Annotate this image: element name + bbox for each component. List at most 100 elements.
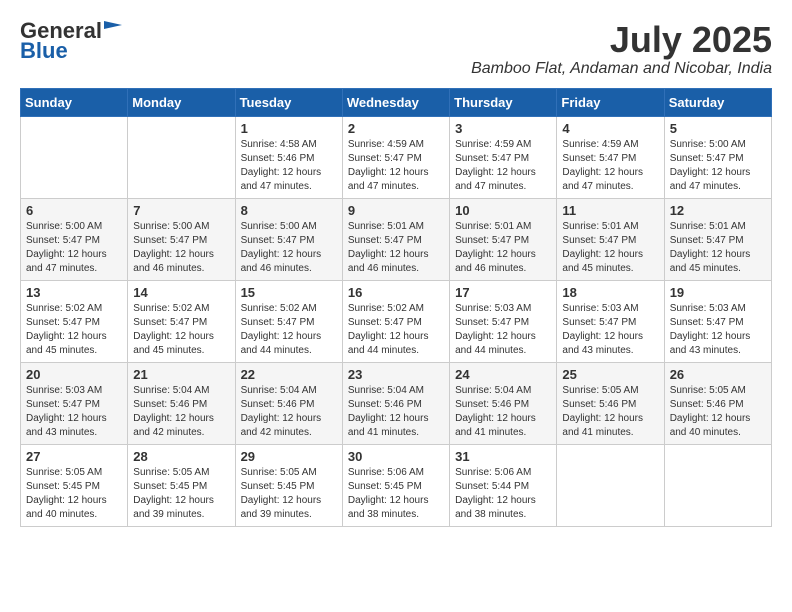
calendar-table: SundayMondayTuesdayWednesdayThursdayFrid… <box>20 88 772 527</box>
calendar-cell: 21 Sunrise: 5:04 AM Sunset: 5:46 PM Dayli… <box>128 362 235 444</box>
calendar-cell: 25 Sunrise: 5:05 AM Sunset: 5:46 PM Dayli… <box>557 362 664 444</box>
day-number: 16 <box>348 285 444 300</box>
day-info: Sunrise: 5:04 AM Sunset: 5:46 PM Dayligh… <box>455 384 551 440</box>
calendar-cell: 20Sunrise: 5:03 AM Sunset: 5:47 PM Dayli… <box>21 362 128 444</box>
day-number: 1 <box>241 121 337 136</box>
calendar-cell: 26 Sunrise: 5:05 AM Sunset: 5:46 PM Dayli… <box>664 362 771 444</box>
calendar-cell: 30Sunrise: 5:06 AM Sunset: 5:45 PM Dayli… <box>342 444 449 526</box>
day-number: 2 <box>348 121 444 136</box>
day-number: 27 <box>26 449 122 464</box>
weekday-header: Tuesday <box>235 88 342 116</box>
calendar-week-row: 13 Sunrise: 5:02 AM Sunset: 5:47 PM Dayli… <box>21 280 772 362</box>
day-number: 26 <box>670 367 766 382</box>
day-info: Sunrise: 5:05 AM Sunset: 5:45 PM Dayligh… <box>133 466 229 522</box>
day-number: 24 <box>455 367 551 382</box>
calendar-cell: 12Sunrise: 5:01 AM Sunset: 5:47 PM Dayli… <box>664 198 771 280</box>
calendar-cell: 5 Sunrise: 5:00 AM Sunset: 5:47 PM Daylig… <box>664 116 771 198</box>
calendar-cell <box>21 116 128 198</box>
day-info: Sunrise: 5:00 AM Sunset: 5:47 PM Dayligh… <box>241 220 337 276</box>
weekday-header: Sunday <box>21 88 128 116</box>
day-info: Sunrise: 5:05 AM Sunset: 5:45 PM Dayligh… <box>241 466 337 522</box>
day-info: Sunrise: 5:03 AM Sunset: 5:47 PM Dayligh… <box>670 302 766 358</box>
calendar-cell: 10 Sunrise: 5:01 AM Sunset: 5:47 PM Dayli… <box>450 198 557 280</box>
day-info: Sunrise: 5:05 AM Sunset: 5:45 PM Dayligh… <box>26 466 122 522</box>
day-number: 13 <box>26 285 122 300</box>
calendar-cell: 15 Sunrise: 5:02 AM Sunset: 5:47 PM Dayli… <box>235 280 342 362</box>
calendar-cell: 7Sunrise: 5:00 AM Sunset: 5:47 PM Daylig… <box>128 198 235 280</box>
day-number: 19 <box>670 285 766 300</box>
day-number: 29 <box>241 449 337 464</box>
day-number: 5 <box>670 121 766 136</box>
calendar-cell: 4 Sunrise: 4:59 AM Sunset: 5:47 PM Daylig… <box>557 116 664 198</box>
day-number: 14 <box>133 285 229 300</box>
calendar-cell: 29 Sunrise: 5:05 AM Sunset: 5:45 PM Dayli… <box>235 444 342 526</box>
day-number: 12 <box>670 203 766 218</box>
day-number: 6 <box>26 203 122 218</box>
day-number: 23 <box>348 367 444 382</box>
calendar-cell: 1 Sunrise: 4:58 AM Sunset: 5:46 PM Daylig… <box>235 116 342 198</box>
day-info: Sunrise: 5:02 AM Sunset: 5:47 PM Dayligh… <box>26 302 122 358</box>
calendar-cell: 6 Sunrise: 5:00 AM Sunset: 5:47 PM Daylig… <box>21 198 128 280</box>
day-number: 8 <box>241 203 337 218</box>
day-number: 9 <box>348 203 444 218</box>
calendar-week-row: 27 Sunrise: 5:05 AM Sunset: 5:45 PM Dayli… <box>21 444 772 526</box>
day-info: Sunrise: 4:58 AM Sunset: 5:46 PM Dayligh… <box>241 138 337 194</box>
day-number: 18 <box>562 285 658 300</box>
calendar-week-row: 1 Sunrise: 4:58 AM Sunset: 5:46 PM Daylig… <box>21 116 772 198</box>
calendar-cell: 18Sunrise: 5:03 AM Sunset: 5:47 PM Dayli… <box>557 280 664 362</box>
calendar-cell: 9 Sunrise: 5:01 AM Sunset: 5:47 PM Daylig… <box>342 198 449 280</box>
day-info: Sunrise: 4:59 AM Sunset: 5:47 PM Dayligh… <box>455 138 551 194</box>
day-number: 21 <box>133 367 229 382</box>
calendar-week-row: 20Sunrise: 5:03 AM Sunset: 5:47 PM Dayli… <box>21 362 772 444</box>
day-number: 11 <box>562 203 658 218</box>
day-info: Sunrise: 5:04 AM Sunset: 5:46 PM Dayligh… <box>133 384 229 440</box>
calendar-cell: 31 Sunrise: 5:06 AM Sunset: 5:44 PM Dayli… <box>450 444 557 526</box>
logo: General Blue <box>20 20 122 62</box>
day-info: Sunrise: 5:03 AM Sunset: 5:47 PM Dayligh… <box>26 384 122 440</box>
calendar-cell: 14Sunrise: 5:02 AM Sunset: 5:47 PM Dayli… <box>128 280 235 362</box>
calendar-cell: 24 Sunrise: 5:04 AM Sunset: 5:46 PM Dayli… <box>450 362 557 444</box>
logo-flag-icon <box>104 21 122 37</box>
weekday-header: Wednesday <box>342 88 449 116</box>
weekday-header: Monday <box>128 88 235 116</box>
day-number: 4 <box>562 121 658 136</box>
day-number: 31 <box>455 449 551 464</box>
calendar-cell <box>128 116 235 198</box>
day-info: Sunrise: 5:01 AM Sunset: 5:47 PM Dayligh… <box>348 220 444 276</box>
day-number: 10 <box>455 203 551 218</box>
day-info: Sunrise: 5:02 AM Sunset: 5:47 PM Dayligh… <box>348 302 444 358</box>
calendar-cell: 27 Sunrise: 5:05 AM Sunset: 5:45 PM Dayli… <box>21 444 128 526</box>
day-info: Sunrise: 5:01 AM Sunset: 5:47 PM Dayligh… <box>562 220 658 276</box>
day-number: 22 <box>241 367 337 382</box>
day-info: Sunrise: 5:04 AM Sunset: 5:46 PM Dayligh… <box>241 384 337 440</box>
day-info: Sunrise: 5:06 AM Sunset: 5:44 PM Dayligh… <box>455 466 551 522</box>
title-section: July 2025 Bamboo Flat, Andaman and Nicob… <box>471 20 772 78</box>
page-header: General Blue July 2025 Bamboo Flat, Anda… <box>20 20 772 78</box>
day-info: Sunrise: 5:01 AM Sunset: 5:47 PM Dayligh… <box>455 220 551 276</box>
day-info: Sunrise: 5:04 AM Sunset: 5:46 PM Dayligh… <box>348 384 444 440</box>
day-number: 28 <box>133 449 229 464</box>
logo-blue: Blue <box>20 40 122 62</box>
day-info: Sunrise: 5:05 AM Sunset: 5:46 PM Dayligh… <box>670 384 766 440</box>
weekday-header-row: SundayMondayTuesdayWednesdayThursdayFrid… <box>21 88 772 116</box>
calendar-cell: 28 Sunrise: 5:05 AM Sunset: 5:45 PM Dayli… <box>128 444 235 526</box>
day-info: Sunrise: 4:59 AM Sunset: 5:47 PM Dayligh… <box>562 138 658 194</box>
calendar-cell: 19 Sunrise: 5:03 AM Sunset: 5:47 PM Dayli… <box>664 280 771 362</box>
calendar-cell: 17Sunrise: 5:03 AM Sunset: 5:47 PM Dayli… <box>450 280 557 362</box>
day-number: 15 <box>241 285 337 300</box>
calendar-cell <box>664 444 771 526</box>
calendar-cell: 23 Sunrise: 5:04 AM Sunset: 5:46 PM Dayli… <box>342 362 449 444</box>
location-subtitle: Bamboo Flat, Andaman and Nicobar, India <box>471 60 772 78</box>
calendar-cell: 22 Sunrise: 5:04 AM Sunset: 5:46 PM Dayli… <box>235 362 342 444</box>
day-info: Sunrise: 5:05 AM Sunset: 5:46 PM Dayligh… <box>562 384 658 440</box>
day-number: 30 <box>348 449 444 464</box>
day-number: 25 <box>562 367 658 382</box>
weekday-header: Saturday <box>664 88 771 116</box>
day-info: Sunrise: 4:59 AM Sunset: 5:47 PM Dayligh… <box>348 138 444 194</box>
day-info: Sunrise: 5:02 AM Sunset: 5:47 PM Dayligh… <box>241 302 337 358</box>
day-info: Sunrise: 5:00 AM Sunset: 5:47 PM Dayligh… <box>26 220 122 276</box>
day-info: Sunrise: 5:00 AM Sunset: 5:47 PM Dayligh… <box>133 220 229 276</box>
calendar-cell: 8 Sunrise: 5:00 AM Sunset: 5:47 PM Daylig… <box>235 198 342 280</box>
calendar-cell: 13 Sunrise: 5:02 AM Sunset: 5:47 PM Dayli… <box>21 280 128 362</box>
day-info: Sunrise: 5:00 AM Sunset: 5:47 PM Dayligh… <box>670 138 766 194</box>
